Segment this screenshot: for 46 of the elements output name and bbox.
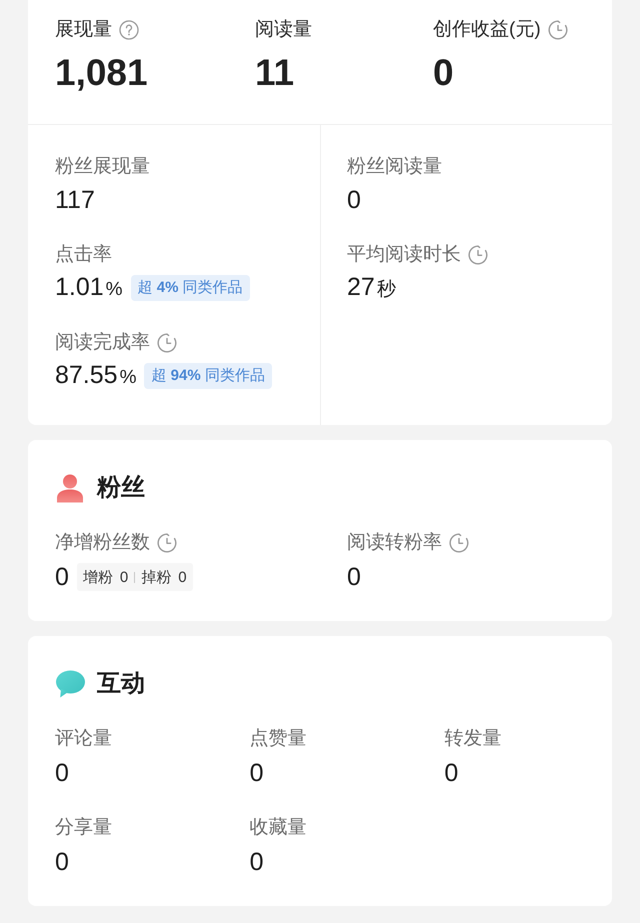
comparison-badge: 超 94% 同类作品 <box>144 363 272 389</box>
metric-value: 0 <box>347 562 361 593</box>
metric-label: 阅读转粉率 <box>347 531 442 555</box>
clock-icon <box>548 20 568 40</box>
metric-label: 收藏量 <box>250 816 307 840</box>
metric-label: 转发量 <box>444 727 502 751</box>
metric-value: 117 <box>55 185 95 216</box>
comparison-badge: 超 4% 同类作品 <box>130 275 250 301</box>
metric-value: 0 <box>250 847 264 878</box>
metric-label: 阅读完成率 <box>55 331 150 355</box>
metric-label: 阅读量 <box>255 18 312 42</box>
person-icon <box>55 473 85 503</box>
metric-label: 净增粉丝数 <box>55 531 150 555</box>
section-title: 粉丝 <box>97 473 145 503</box>
metric-label: 平均阅读时长 <box>347 243 461 267</box>
breakdown-label: 增粉 <box>82 568 113 586</box>
metric-value: 1,081 <box>55 51 148 95</box>
breakdown-value: 0 <box>178 568 187 586</box>
metric-label: 粉丝阅读量 <box>347 155 442 179</box>
metric-value: 11 <box>255 51 294 95</box>
help-icon <box>119 20 139 40</box>
metric-value: 1.01% <box>55 272 123 302</box>
metric-value: 0 <box>444 758 458 789</box>
metric-value: 27秒 <box>347 272 396 302</box>
metric-value: 0 <box>55 562 69 593</box>
clock-icon <box>449 533 469 553</box>
breakdown-value: 0 <box>120 568 128 586</box>
clock-icon <box>468 245 488 265</box>
metric-label: 评论量 <box>55 727 112 751</box>
metric-label: 粉丝展现量 <box>55 155 150 179</box>
metric-value: 0 <box>55 847 69 878</box>
breakdown-label: 掉粉 <box>141 568 172 586</box>
metric-value: 0 <box>347 185 361 216</box>
section-title: 互动 <box>97 669 145 699</box>
metric-value: 0 <box>250 758 264 789</box>
metric-label: 展现量 <box>55 18 112 42</box>
metric-label: 点赞量 <box>250 727 307 751</box>
clock-icon <box>157 333 177 353</box>
metric-value: 0 <box>55 758 69 789</box>
clock-icon <box>157 533 177 553</box>
metric-label: 分享量 <box>55 816 112 840</box>
metric-label: 点击率 <box>55 243 112 267</box>
metric-value: 0 <box>433 51 454 95</box>
chat-bubble-icon <box>55 669 85 699</box>
metric-label: 创作收益(元) <box>433 18 541 42</box>
metric-value: 87.55% <box>55 360 136 390</box>
